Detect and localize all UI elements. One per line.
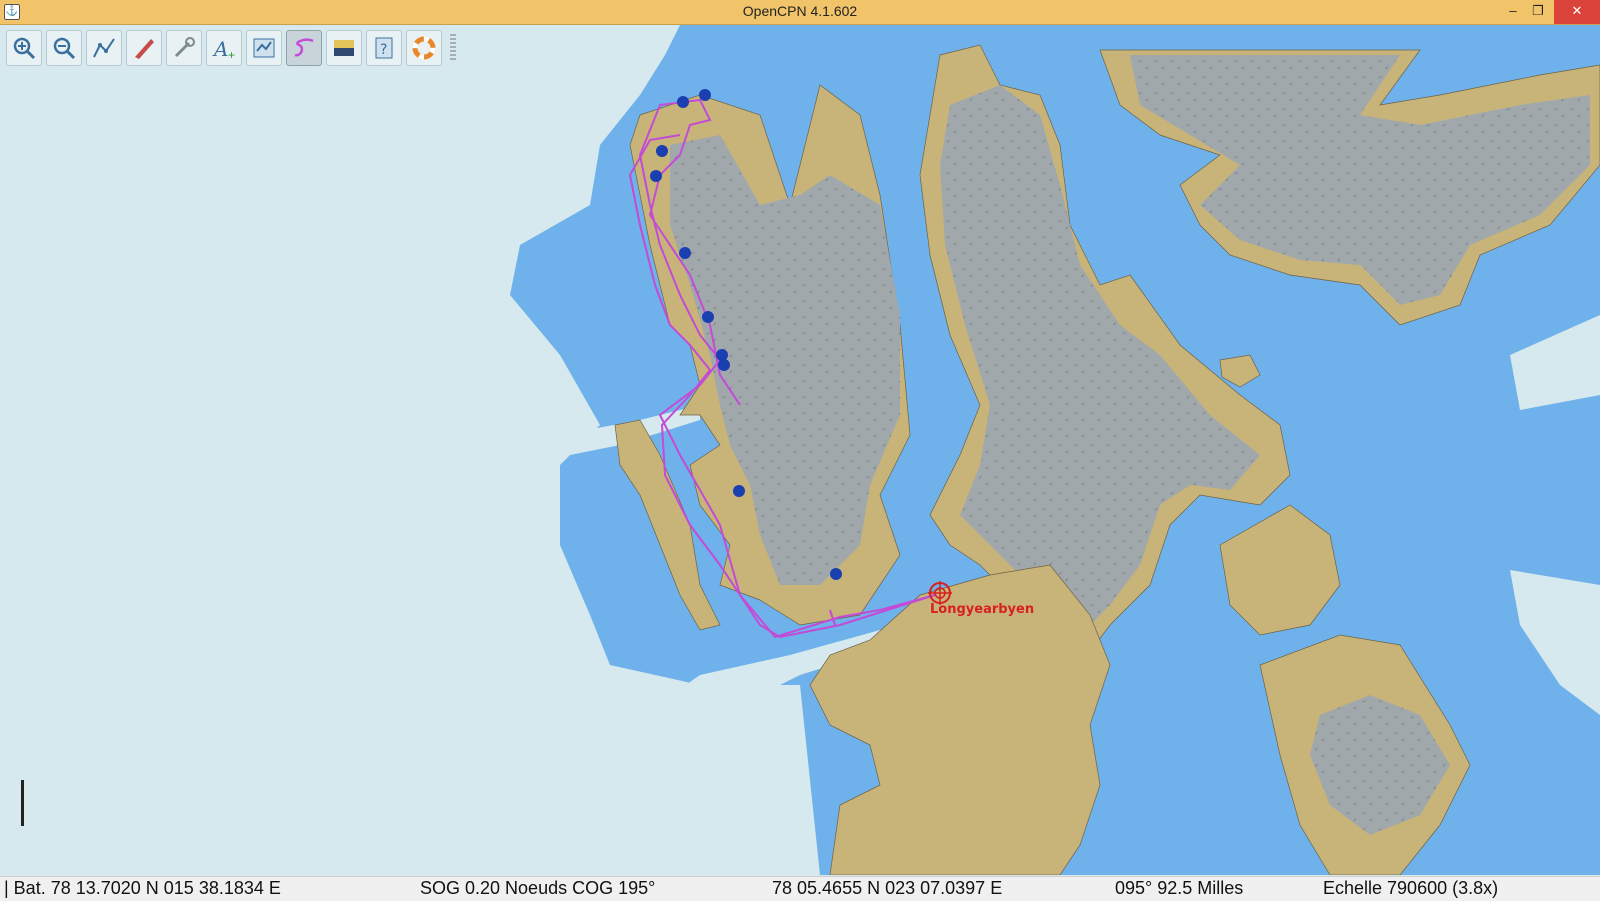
place-label: Longyearbyen: [930, 602, 1034, 617]
help-button[interactable]: ?: [366, 30, 402, 66]
anchor-icon: [830, 568, 842, 580]
title-bar: ⚓ OpenCPN 4.1.602 – ❐ ✕: [0, 0, 1600, 25]
settings-wrench-icon: [174, 37, 195, 58]
mob-button[interactable]: [406, 30, 442, 66]
text-add-icon: A +: [212, 37, 235, 61]
follow-ship-button[interactable]: [126, 30, 162, 66]
zoom-in-icon: [13, 37, 36, 60]
restore-button[interactable]: ❐: [1524, 0, 1552, 24]
settings-button[interactable]: [166, 30, 202, 66]
window-title: OpenCPN 4.1.602: [742, 3, 858, 19]
close-button[interactable]: ✕: [1554, 0, 1600, 24]
chart-canvas[interactable]: Longyearbyen: [0, 25, 1600, 875]
text-button[interactable]: A +: [206, 30, 242, 66]
anchor-icon: [699, 89, 711, 101]
zoom-out-button[interactable]: [46, 30, 82, 66]
anchor-icon: [679, 247, 691, 259]
bearing-range: 095° 92.5 Milles: [1115, 878, 1244, 898]
svg-text:?: ?: [380, 42, 387, 58]
zoom-in-button[interactable]: [6, 30, 42, 66]
route-button[interactable]: [86, 30, 122, 66]
route-manager-icon: [253, 38, 275, 58]
minimize-button[interactable]: –: [1499, 0, 1527, 24]
track-button[interactable]: [286, 30, 322, 66]
anchor-icon: [718, 359, 730, 371]
svg-text:A: A: [212, 37, 228, 61]
toolbar-grip[interactable]: [450, 34, 456, 62]
anchor-icon: [733, 485, 745, 497]
anchor-icon: [716, 349, 728, 361]
zoom-out-icon: [53, 37, 76, 60]
color-scheme-button[interactable]: [326, 30, 362, 66]
route-icon: [93, 38, 115, 58]
svg-text:+: +: [228, 48, 235, 61]
ship-icon: [135, 39, 154, 59]
route-manager-button[interactable]: [246, 30, 282, 66]
main-toolbar: A + ?: [6, 30, 456, 66]
mob-lifebuoy-icon: [412, 36, 436, 60]
scale-bar: [21, 780, 24, 826]
color-scheme-icon: [334, 40, 354, 56]
status-bar: | Bat. 78 13.7020 N 015 38.1834 E SOG 0.…: [0, 876, 1600, 901]
boat-position: | Bat. 78 13.7020 N 015 38.1834 E: [4, 878, 281, 898]
sog-cog: SOG 0.20 Noeuds COG 195°: [420, 878, 656, 898]
cursor-position: 78 05.4655 N 023 07.0397 E: [772, 878, 1003, 898]
anchor-icon: [656, 145, 668, 157]
help-icon: ?: [375, 37, 393, 59]
track-icon: [294, 38, 314, 57]
anchor-icon: [677, 96, 689, 108]
chart-scale: Echelle 790600 (3.8x): [1323, 878, 1499, 898]
anchor-icon: [702, 311, 714, 323]
anchor-icon: [650, 170, 662, 182]
